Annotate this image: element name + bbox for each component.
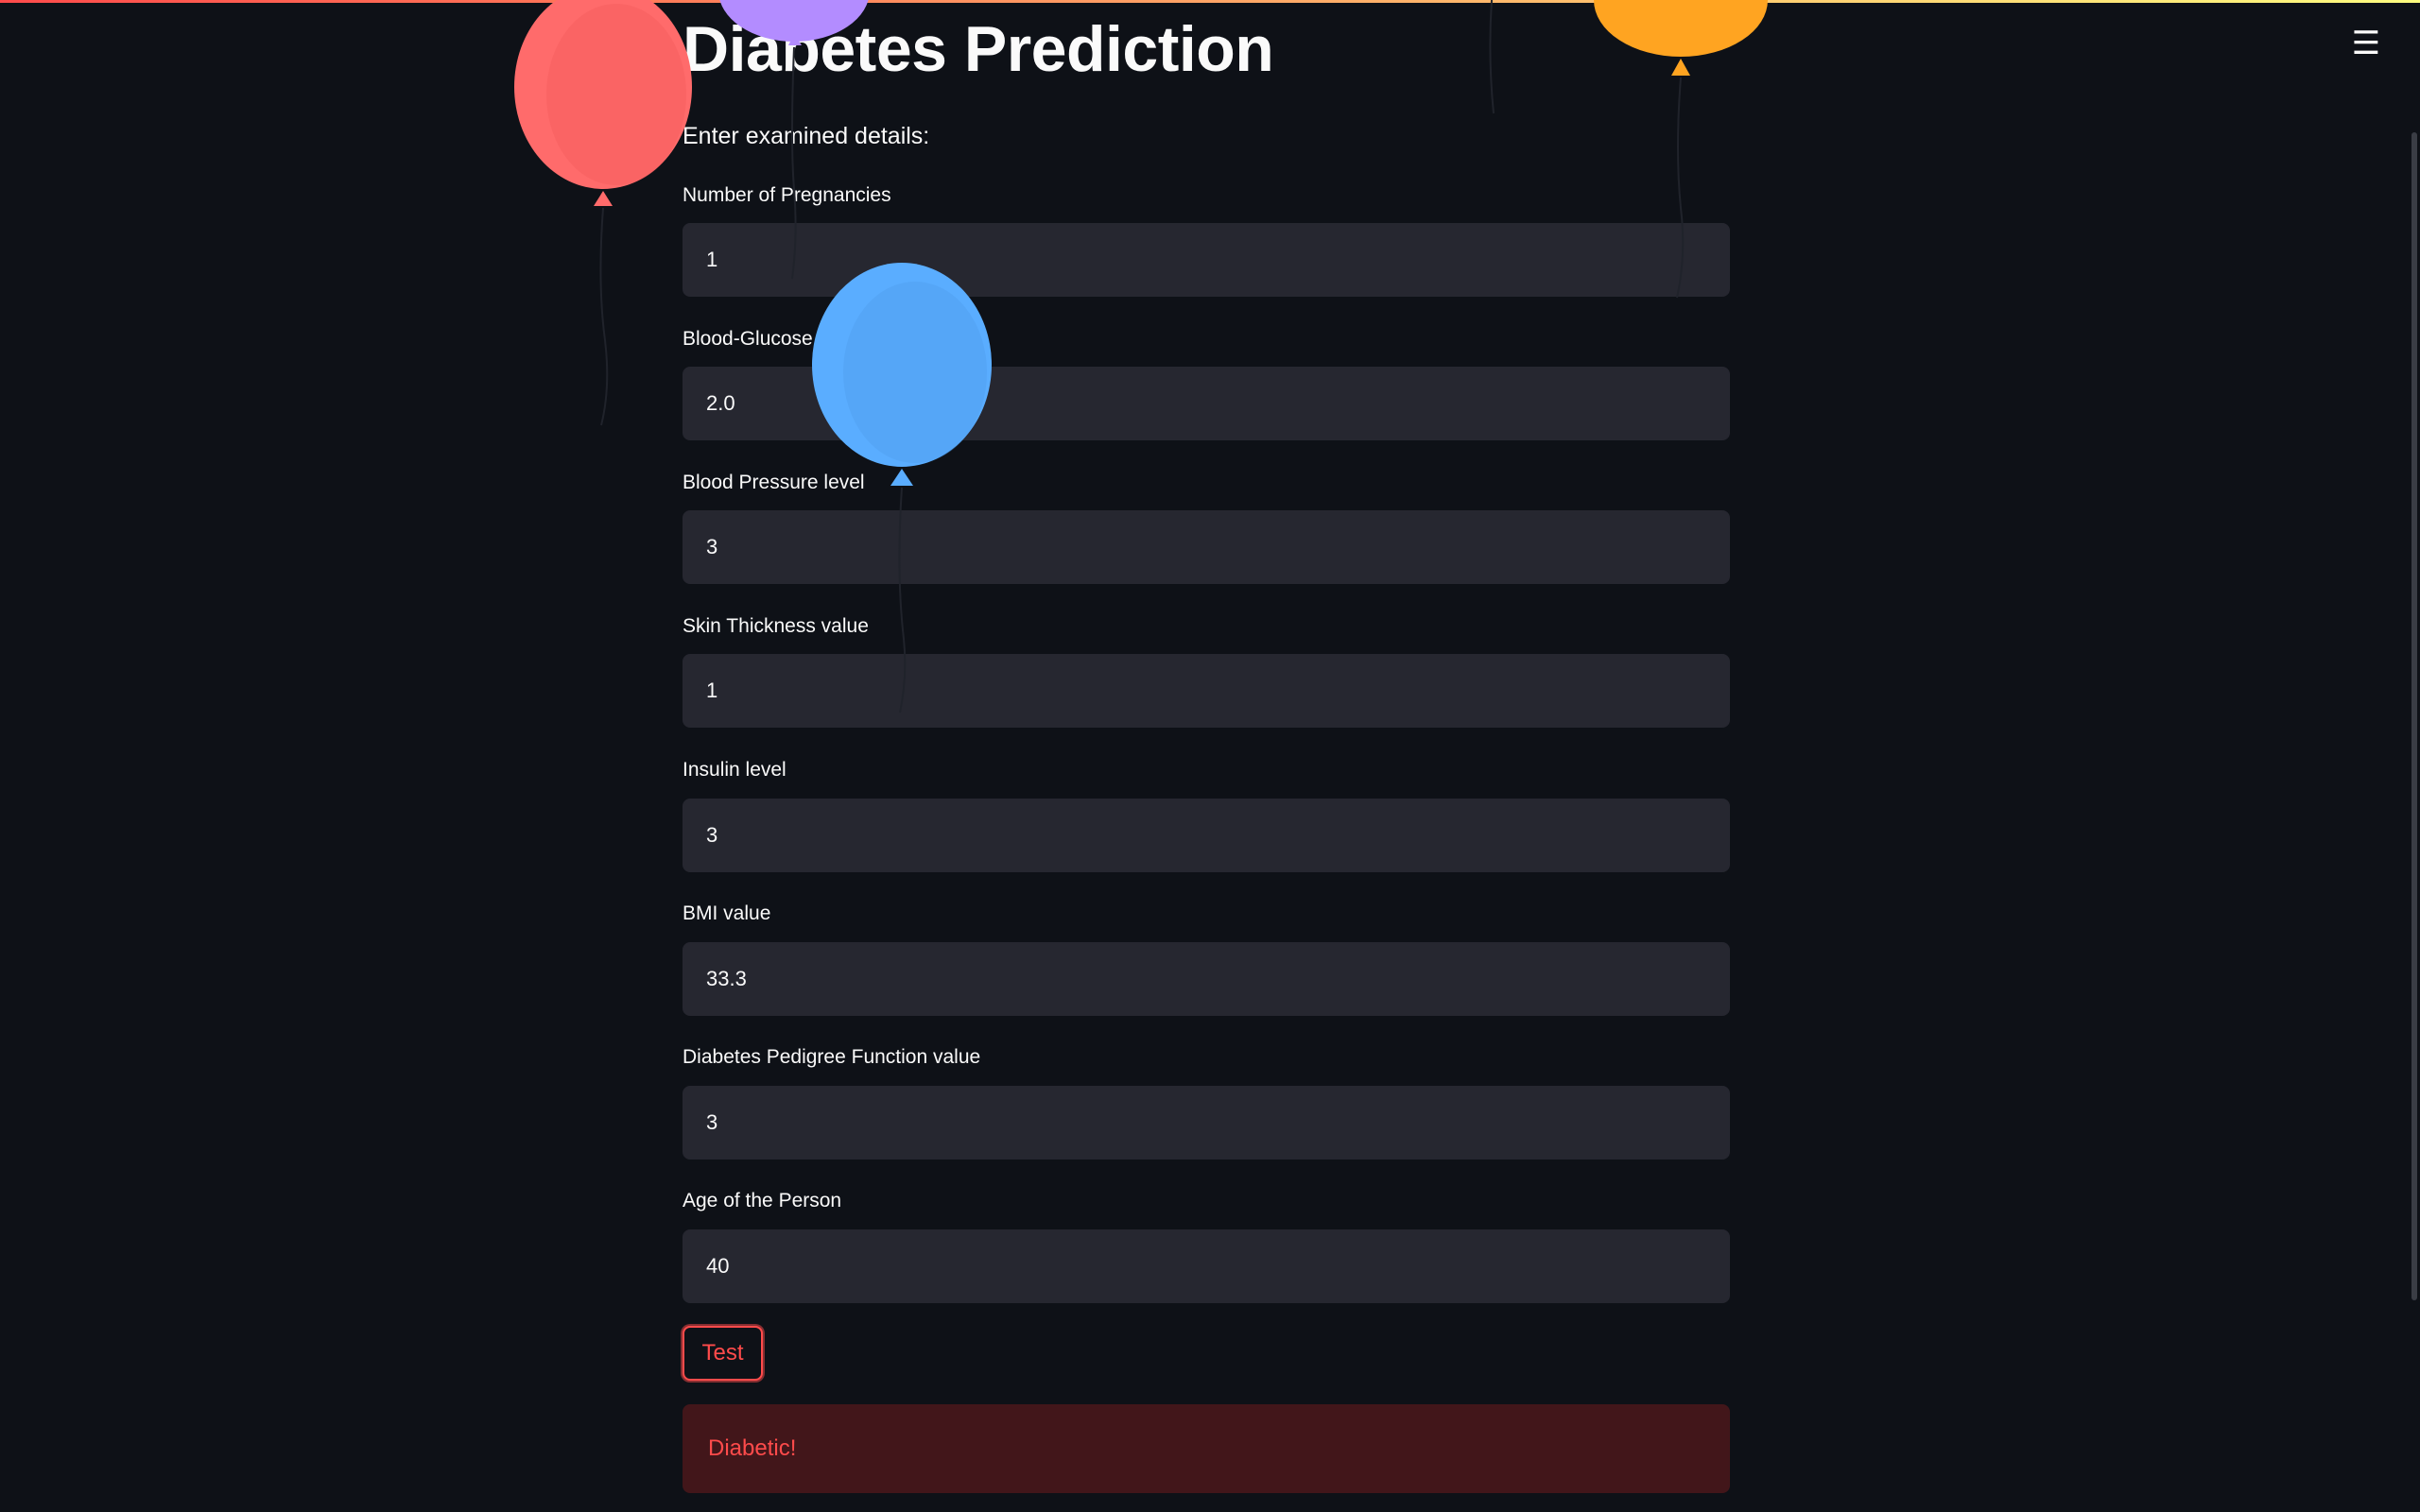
test-button[interactable]: Test <box>683 1326 763 1381</box>
glucose-input[interactable]: 2.0 <box>683 367 1730 440</box>
result-message: Diabetic! <box>708 1435 797 1461</box>
bmi-input[interactable]: 33.3 <box>683 942 1730 1016</box>
balloon-string-icon <box>1489 0 1495 114</box>
skin-thickness-input[interactable]: 1 <box>683 654 1730 728</box>
page-title: Diabetes Prediction <box>683 13 1274 85</box>
age-label: Age of the Person <box>683 1190 842 1211</box>
glucose-label: Blood-Glucose level <box>683 328 859 350</box>
pedigree-label: Diabetes Pedigree Function value <box>683 1046 981 1068</box>
pregnancies-input[interactable]: 1 <box>683 223 1730 297</box>
red-balloon-icon <box>514 0 692 426</box>
age-input[interactable]: 40 <box>683 1229 1730 1303</box>
main-menu-button[interactable]: ☰ <box>2347 25 2385 62</box>
form-subheader: Enter examined details: <box>683 123 930 149</box>
insulin-label: Insulin level <box>683 759 786 781</box>
skin-thickness-label: Skin Thickness value <box>683 615 869 637</box>
pregnancies-label: Number of Pregnancies <box>683 184 891 206</box>
result-alert: Diabetic! <box>683 1404 1730 1493</box>
hamburger-menu-icon: ☰ <box>2351 25 2381 62</box>
scrollbar[interactable] <box>2411 132 2417 1300</box>
bmi-label: BMI value <box>683 902 771 924</box>
top-decoration-bar <box>0 0 2420 3</box>
blood-pressure-input[interactable]: 3 <box>683 510 1730 584</box>
pedigree-input[interactable]: 3 <box>683 1086 1730 1160</box>
insulin-input[interactable]: 3 <box>683 799 1730 872</box>
blood-pressure-label: Blood Pressure level <box>683 472 865 493</box>
